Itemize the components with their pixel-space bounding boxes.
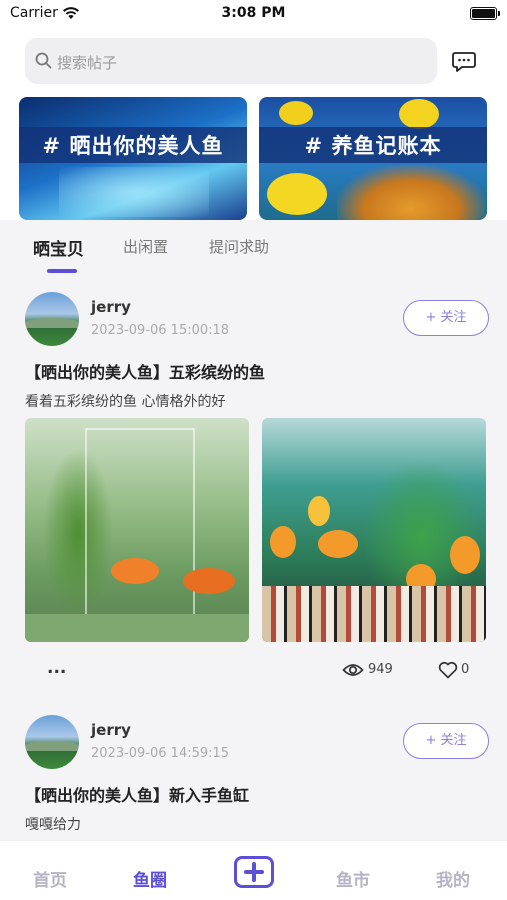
photo-detail <box>450 536 480 574</box>
tab-help[interactable]: 提问求助 <box>209 236 269 257</box>
heart-icon[interactable] <box>438 661 458 683</box>
post-header: jerry 2023-09-06 14:59:15 + 关注 <box>0 715 507 775</box>
post-title[interactable]: 【晒出你的美人鱼】新入手鱼缸 <box>25 782 249 806</box>
view-count: 949 <box>368 662 393 677</box>
nav-fish-market[interactable]: 鱼市 <box>336 866 370 891</box>
photo-detail <box>318 530 358 558</box>
avatar[interactable] <box>25 292 79 346</box>
tab-show-off[interactable]: 晒宝贝 <box>33 235 84 260</box>
banner-art <box>399 99 439 129</box>
post-header: jerry 2023-09-06 15:00:18 + 关注 <box>0 292 507 352</box>
banner-title: # 晒出你的美人鱼 <box>42 134 224 158</box>
post-photo[interactable] <box>25 418 249 642</box>
message-icon[interactable] <box>451 50 477 74</box>
follow-button[interactable]: + 关注 <box>403 300 489 336</box>
banner-art <box>279 101 313 125</box>
photo-detail <box>25 614 249 642</box>
search-placeholder: 搜索帖子 <box>57 54 118 72</box>
username[interactable]: jerry <box>91 298 131 316</box>
post-footer: ... 949 0 <box>0 656 507 686</box>
banner-art <box>267 173 327 215</box>
post-body: 嘎嘎给力 <box>25 817 81 833</box>
photo-detail <box>111 558 159 584</box>
category-tabs: 晒宝贝 出闲置 提问求助 <box>0 220 507 284</box>
banner-mermaid[interactable]: # 晒出你的美人鱼 <box>19 97 247 220</box>
more-button[interactable]: ... <box>47 658 66 678</box>
eye-icon <box>342 662 364 682</box>
photo-detail <box>308 496 330 526</box>
banner-title: # 养鱼记账本 <box>304 134 442 158</box>
nav-profile[interactable]: 我的 <box>436 866 470 891</box>
banner-art <box>59 167 209 217</box>
banner-fish-ledger[interactable]: # 养鱼记账本 <box>259 97 487 220</box>
post-time: 2023-09-06 15:00:18 <box>91 323 230 338</box>
search-icon <box>35 52 52 73</box>
username[interactable]: jerry <box>91 721 131 739</box>
post-time: 2023-09-06 14:59:15 <box>91 746 230 761</box>
photo-detail <box>183 568 235 594</box>
battery-icon <box>470 7 500 20</box>
header-area: 搜索帖子 # 晒出你的美人鱼 # 养鱼记账本 <box>0 28 507 220</box>
photo-detail <box>85 428 195 628</box>
like-count: 0 <box>461 662 470 677</box>
avatar[interactable] <box>25 715 79 769</box>
nav-fish-circle[interactable]: 鱼圈 <box>133 866 167 891</box>
status-bar: Carrier 3:08 PM <box>0 0 507 28</box>
post-title[interactable]: 【晒出你的美人鱼】五彩缤纷的鱼 <box>25 359 265 383</box>
photo-detail <box>270 526 296 558</box>
tab-indicator <box>47 269 77 273</box>
bottom-tab-bar: 首页 鱼圈 鱼市 我的 <box>0 840 507 900</box>
tab-second-hand[interactable]: 出闲置 <box>123 236 168 257</box>
photo-detail <box>262 586 486 642</box>
banner-art <box>337 165 485 220</box>
post-body: 看着五彩缤纷的鱼 心情格外的好 <box>25 394 226 410</box>
follow-button[interactable]: + 关注 <box>403 723 489 759</box>
search-input[interactable]: 搜索帖子 <box>25 38 437 84</box>
add-post-icon[interactable] <box>234 856 274 888</box>
nav-home[interactable]: 首页 <box>33 866 67 891</box>
status-time: 3:08 PM <box>221 5 286 21</box>
post-photo[interactable] <box>262 418 486 642</box>
